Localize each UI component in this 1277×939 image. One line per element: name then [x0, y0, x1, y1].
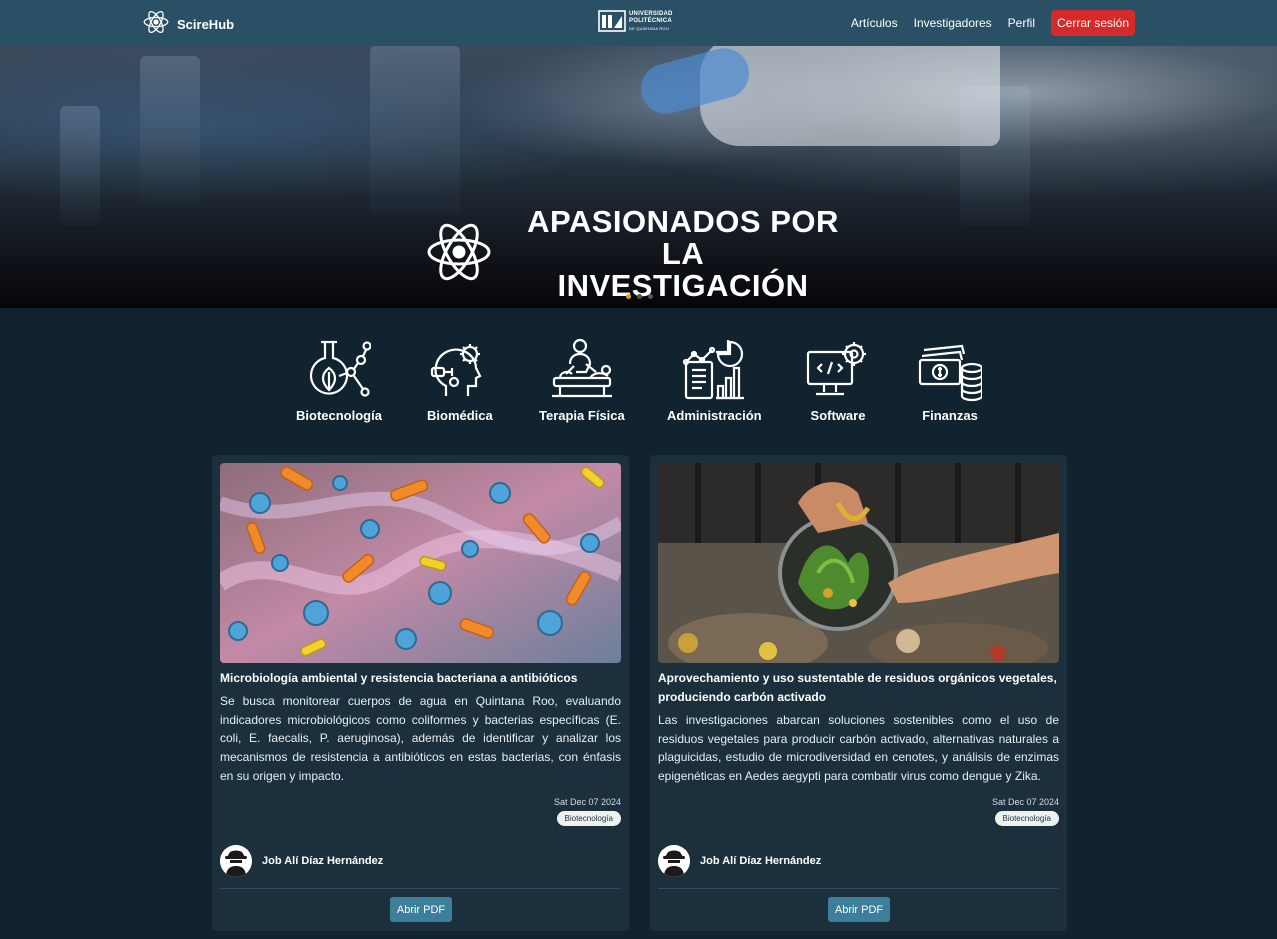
- hero-background-glassware: [370, 46, 460, 216]
- hero-background-glassware: [140, 56, 200, 206]
- category-label: Biotecnología: [296, 408, 382, 423]
- article-date: Sat Dec 07 2024: [991, 797, 1059, 807]
- article-card: Aprovechamiento y uso sustentable de res…: [650, 455, 1067, 931]
- nav-links: Artículos Investigadores Perfil Cerrar s…: [851, 10, 1135, 36]
- hero-title-line1: APASIONADOS POR LA: [527, 204, 839, 271]
- category-list: Biotecnología Biomédica Terapia Física A…: [0, 338, 1277, 428]
- author-name: Job Alí Díaz Hernández: [262, 855, 384, 867]
- category-label: Terapia Física: [539, 408, 625, 423]
- author-hat-avatar-icon: [220, 845, 252, 877]
- finance-money-icon: [918, 338, 982, 402]
- category-badge[interactable]: Biotecnología: [994, 811, 1059, 826]
- category-terapia-fisica[interactable]: Terapia Física: [539, 338, 625, 423]
- carousel-dot-1[interactable]: [626, 294, 631, 299]
- article-card: Microbiología ambiental y resistencia ba…: [212, 455, 629, 931]
- hero-carousel[interactable]: APASIONADOS POR LA INVESTIGACIÓN: [0, 46, 1277, 308]
- atom-logo-icon: [143, 9, 169, 40]
- nav-link-articulos[interactable]: Artículos: [851, 16, 898, 30]
- biotech-flask-icon: [307, 338, 371, 402]
- university-line3: DE QUINTANA ROO: [629, 25, 670, 31]
- brand-name: ScireHub: [177, 17, 235, 32]
- card-divider: [658, 888, 1059, 889]
- hero-title: APASIONADOS POR LA INVESTIGACIÓN: [508, 206, 858, 302]
- category-label: Software: [810, 408, 866, 423]
- open-pdf-button[interactable]: Abrir PDF: [828, 897, 890, 922]
- carousel-dot-2[interactable]: [637, 294, 642, 299]
- carousel-dot-3[interactable]: [648, 294, 653, 299]
- category-biotecnologia[interactable]: Biotecnología: [296, 338, 382, 423]
- article-date: Sat Dec 07 2024: [553, 797, 621, 807]
- article-title[interactable]: Aprovechamiento y uso sustentable de res…: [658, 669, 1059, 707]
- top-navbar: ScireHub UNIVERSIDAD POLITÉCNICA DE QUIN…: [0, 0, 1277, 46]
- nav-link-perfil[interactable]: Perfil: [1008, 16, 1035, 30]
- administration-chart-icon: [682, 338, 746, 402]
- category-label: Biomédica: [427, 408, 493, 423]
- author-hat-avatar-icon: [658, 845, 690, 877]
- card-divider: [220, 888, 621, 889]
- physical-therapy-icon: [546, 338, 618, 402]
- article-image-bacteria: [220, 463, 621, 663]
- article-description: Se busca monitorear cuerpos de agua en Q…: [220, 694, 621, 783]
- brand-link[interactable]: ScireHub: [143, 9, 234, 40]
- avatar: [220, 845, 252, 877]
- author-name: Job Alí Díaz Hernández: [700, 855, 822, 867]
- university-logo: UNIVERSIDAD POLITÉCNICA DE QUINTANA ROO: [598, 10, 673, 32]
- author-info[interactable]: Job Alí Díaz Hernández: [658, 845, 821, 877]
- carousel-indicators: [626, 294, 653, 299]
- category-biomedica[interactable]: Biomédica: [427, 338, 493, 423]
- category-label: Administración: [667, 408, 762, 423]
- category-badge[interactable]: Biotecnología: [556, 811, 621, 826]
- logout-button[interactable]: Cerrar sesión: [1051, 10, 1135, 36]
- hero-background-glassware: [60, 106, 100, 226]
- hero-atom-icon: [426, 214, 492, 295]
- author-info[interactable]: Job Alí Díaz Hernández: [220, 845, 383, 877]
- category-software[interactable]: Software: [806, 338, 870, 423]
- article-title[interactable]: Microbiología ambiental y resistencia ba…: [220, 669, 621, 688]
- open-pdf-button[interactable]: Abrir PDF: [390, 897, 452, 922]
- university-building-icon: [598, 10, 626, 32]
- biomedical-head-gear-icon: [428, 338, 492, 402]
- avatar: [658, 845, 690, 877]
- hero-title-wrap: APASIONADOS POR LA INVESTIGACIÓN: [426, 206, 858, 302]
- nav-link-investigadores[interactable]: Investigadores: [914, 16, 992, 30]
- category-finanzas[interactable]: Finanzas: [918, 338, 982, 423]
- category-label: Finanzas: [922, 408, 978, 423]
- category-administracion[interactable]: Administración: [667, 338, 762, 423]
- university-line1: UNIVERSIDAD: [629, 10, 673, 17]
- article-description: Las investigaciones abarcan soluciones s…: [658, 713, 1059, 784]
- article-image-organic-waste: [658, 463, 1059, 663]
- software-monitor-gear-icon: [806, 338, 870, 402]
- university-line2: POLITÉCNICA: [629, 17, 672, 24]
- hero-title-line2: INVESTIGACIÓN: [557, 268, 809, 303]
